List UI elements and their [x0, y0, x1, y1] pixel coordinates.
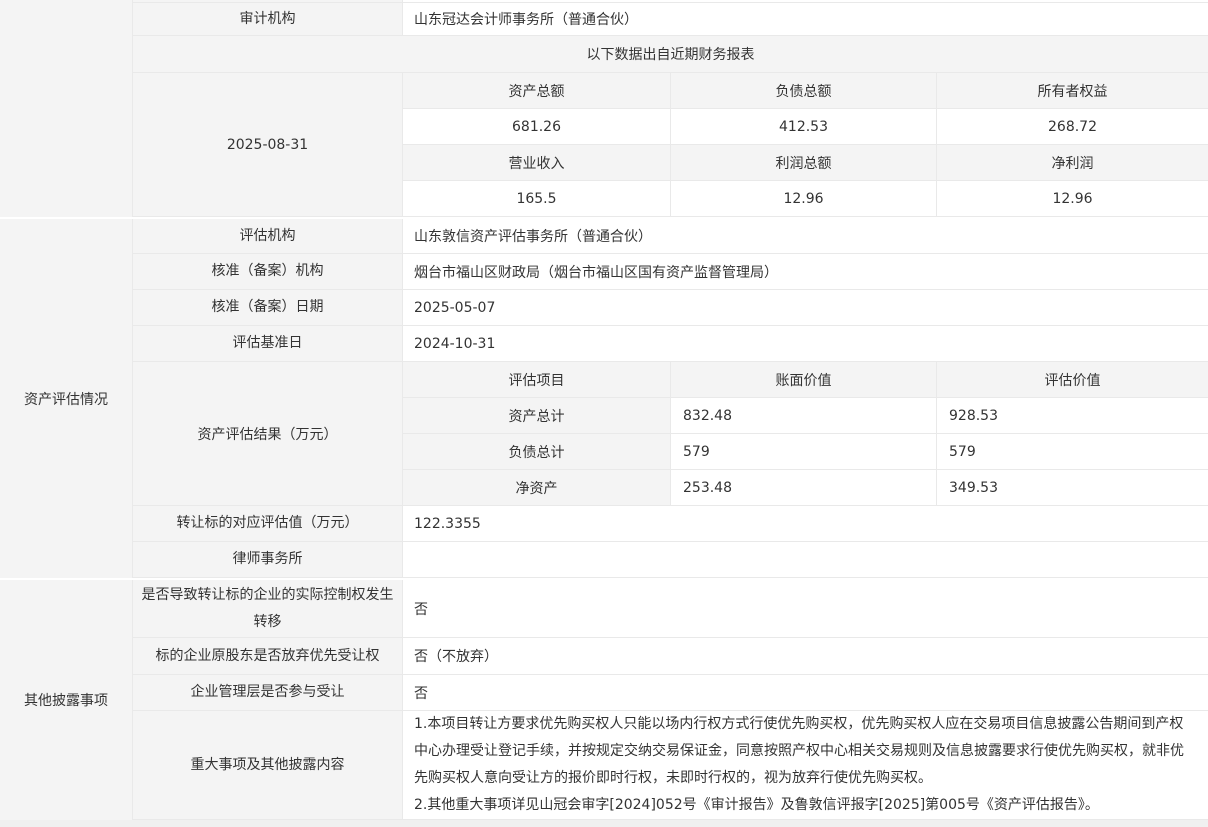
section-label-other-disclosure: 其他披露事项	[0, 580, 133, 820]
table-row: 重大事项及其他披露内容 1.本项目转让方要求优先购买权人只能以场内行权方式行使优…	[133, 711, 1208, 820]
fin-value-operating-revenue: 165.5	[403, 181, 670, 217]
section-asset-evaluation: 资产评估情况 评估机构 山东敦信资产评估事务所（普通合伙） 核准（备案）机构 烟…	[0, 219, 1208, 578]
approval-agency-label: 核准（备案）机构	[133, 254, 403, 289]
fin-header-total-assets: 资产总额	[403, 73, 670, 109]
law-firm-label: 律师事务所	[133, 542, 403, 577]
fin-header-net-profit: 净利润	[936, 145, 1208, 181]
waive-preemptive-right-value: 否（不放弃）	[403, 638, 1208, 674]
section-label-asset-evaluation: 资产评估情况	[0, 219, 133, 578]
evaluation-result-grid: 评估项目 账面价值 评估价值 资产总计 832.48 928.53 负债总计 5…	[403, 362, 1208, 506]
eval-item-total-assets: 资产总计	[403, 398, 670, 434]
table-row: 以下数据出自近期财务报表	[133, 36, 1208, 73]
eval-header-book-value: 账面价值	[670, 362, 936, 398]
table-row: 标的企业原股东是否放弃优先受让权 否（不放弃）	[133, 638, 1208, 675]
audit-agency-value: 山东冠达会计师事务所（普通合伙）	[403, 3, 1208, 35]
management-participation-value: 否	[403, 675, 1208, 710]
audit-agency-label: 审计机构	[133, 3, 403, 35]
management-participation-label: 企业管理层是否参与受让	[133, 675, 403, 710]
waive-preemptive-right-label: 标的企业原股东是否放弃优先受让权	[133, 638, 403, 674]
eval-item-total-liabilities: 负债总计	[403, 434, 670, 470]
eval-book-total-assets: 832.48	[670, 398, 936, 434]
fin-value-net-profit: 12.96	[936, 181, 1208, 217]
table-row: 是否导致转让标的企业的实际控制权发生转移 否	[133, 580, 1208, 638]
law-firm-value	[403, 542, 1208, 577]
section-label-cell-empty	[0, 3, 133, 217]
table-row: 律师事务所	[133, 542, 1208, 578]
table-row: 评估基准日 2024-10-31	[133, 326, 1208, 362]
table-row: 核准（备案）机构 烟台市福山区财政局（烟台市福山区国有资产监督管理局）	[133, 254, 1208, 290]
eval-book-net-assets: 253.48	[670, 470, 936, 506]
control-transfer-label: 是否导致转让标的企业的实际控制权发生转移	[133, 580, 403, 637]
evaluation-base-date-label: 评估基准日	[133, 326, 403, 361]
financial-figures-block: 2025-08-31 资产总额 负债总额 所有者权益 681.26 412.53…	[133, 73, 1208, 217]
fin-header-operating-revenue: 营业收入	[403, 145, 670, 181]
section-financials: 审计机构 山东冠达会计师事务所（普通合伙） 以下数据出自近期财务报表 2025-…	[0, 3, 1208, 217]
fin-header-total-profit: 利润总额	[670, 145, 936, 181]
transfer-assessed-value-label: 转让标的对应评估值（万元）	[133, 506, 403, 541]
evaluation-agency-value: 山东敦信资产评估事务所（普通合伙）	[403, 219, 1208, 253]
evaluation-result-block: 资产评估结果（万元） 评估项目 账面价值 评估价值 资产总计 832.48 92…	[133, 362, 1208, 506]
approval-agency-value: 烟台市福山区财政局（烟台市福山区国有资产监督管理局）	[403, 254, 1208, 289]
fin-header-owners-equity: 所有者权益	[936, 73, 1208, 109]
table-row: 核准（备案）日期 2025-05-07	[133, 290, 1208, 326]
table-row: 评估机构 山东敦信资产评估事务所（普通合伙）	[133, 219, 1208, 254]
evaluation-result-label: 资产评估结果（万元）	[133, 362, 403, 506]
major-matters-content: 1.本项目转让方要求优先购买权人只能以场内行权方式行使优先购买权，优先购买权人应…	[403, 711, 1208, 819]
major-matters-label: 重大事项及其他披露内容	[133, 711, 403, 819]
table-row: 企业管理层是否参与受让 否	[133, 675, 1208, 711]
financial-figures-grid: 资产总额 负债总额 所有者权益 681.26 412.53 268.72 营业收…	[403, 73, 1208, 217]
fin-header-total-liabilities: 负债总额	[670, 73, 936, 109]
transfer-assessed-value: 122.3355	[403, 506, 1208, 541]
evaluation-agency-label: 评估机构	[133, 219, 403, 253]
fin-value-total-assets: 681.26	[403, 109, 670, 145]
table-row: 转让标的对应评估值（万元） 122.3355	[133, 506, 1208, 542]
eval-assessed-total-assets: 928.53	[936, 398, 1208, 434]
section-other-disclosure: 其他披露事项 是否导致转让标的企业的实际控制权发生转移 否 标的企业原股东是否放…	[0, 580, 1208, 820]
evaluation-base-date-value: 2024-10-31	[403, 326, 1208, 361]
page-bottom-strip	[0, 820, 1208, 827]
disclosure-detail-table: 审计机构 山东冠达会计师事务所（普通合伙） 以下数据出自近期财务报表 2025-…	[0, 0, 1208, 827]
eval-assessed-total-liabilities: 579	[936, 434, 1208, 470]
fin-value-owners-equity: 268.72	[936, 109, 1208, 145]
financial-report-date: 2025-08-31	[133, 73, 403, 217]
eval-header-item: 评估项目	[403, 362, 670, 398]
eval-book-total-liabilities: 579	[670, 434, 936, 470]
fin-value-total-liabilities: 412.53	[670, 109, 936, 145]
fin-value-total-profit: 12.96	[670, 181, 936, 217]
approval-date-value: 2025-05-07	[403, 290, 1208, 325]
control-transfer-value: 否	[403, 580, 1208, 637]
eval-assessed-net-assets: 349.53	[936, 470, 1208, 506]
approval-date-label: 核准（备案）日期	[133, 290, 403, 325]
eval-header-assessed-value: 评估价值	[936, 362, 1208, 398]
eval-item-net-assets: 净资产	[403, 470, 670, 506]
financial-data-note: 以下数据出自近期财务报表	[133, 36, 1208, 72]
table-row: 审计机构 山东冠达会计师事务所（普通合伙）	[133, 3, 1208, 36]
